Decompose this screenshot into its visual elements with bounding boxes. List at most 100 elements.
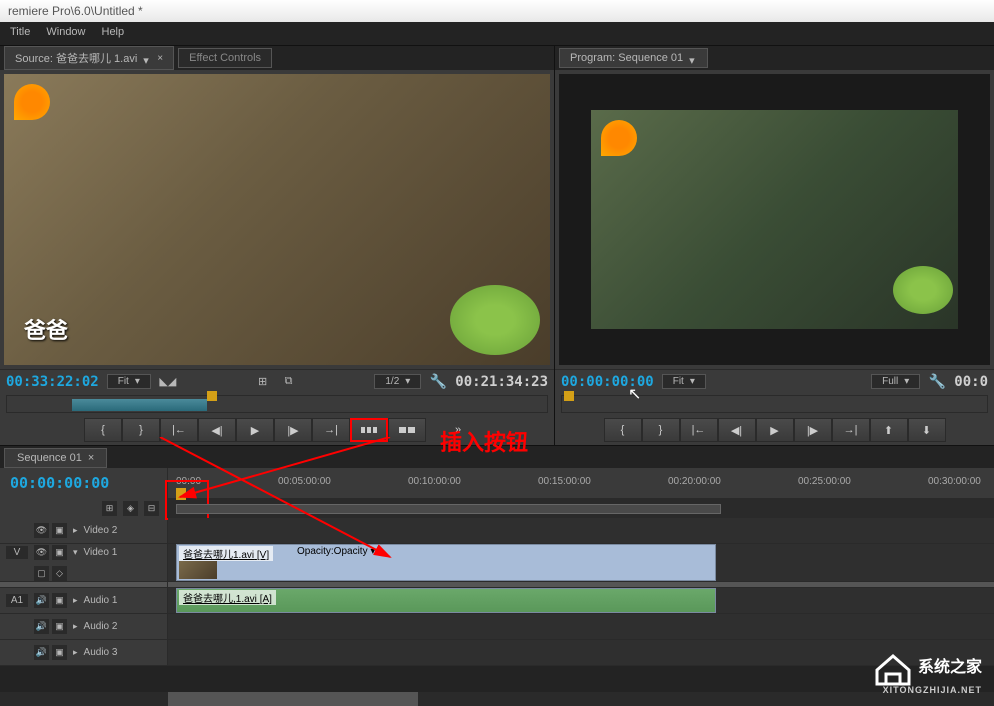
eye-icon[interactable]: 👁 [34, 545, 49, 560]
mark-icon[interactable]: ◣◢ [159, 374, 177, 390]
timeline-range-area[interactable] [168, 498, 994, 518]
dropdown-arrow-icon[interactable]: ▾ [689, 54, 697, 62]
track-header[interactable]: 👁 ▣ ▸ Video 2 [0, 518, 168, 543]
track-target-icon[interactable]: ▣ [52, 645, 67, 660]
expand-arrow-icon[interactable]: ▸ [73, 525, 78, 536]
track-target-a1[interactable]: A1 [6, 594, 28, 607]
speaker-icon[interactable]: 🔊 [34, 619, 49, 634]
time-ruler[interactable]: 00:00 00:05:00:00 00:10:00:00 00:15:00:0… [168, 468, 994, 498]
track-body[interactable] [168, 640, 994, 665]
clip-label: 爸爸去哪儿1.avi [V] [179, 546, 273, 561]
menu-title[interactable]: Title [10, 26, 30, 41]
overwrite-button[interactable] [388, 418, 426, 442]
settings-wrench-icon[interactable]: 🔧 [928, 374, 946, 390]
track-header[interactable]: 🔊 ▣ ▸ Audio 3 [0, 640, 168, 665]
dropdown-arrow-icon[interactable]: ▾ [143, 54, 151, 62]
settings-wrench-icon[interactable]: 🔧 [429, 374, 447, 390]
ruler-mark: 00:05:00:00 [278, 476, 331, 487]
program-timecode-out[interactable]: 00:0 [954, 374, 988, 390]
go-to-in-button[interactable]: |← [160, 418, 198, 442]
track-body[interactable] [168, 614, 994, 639]
scrollbar-thumb[interactable] [168, 692, 418, 706]
go-to-in-button[interactable]: |← [680, 418, 718, 442]
source-tab[interactable]: Source: 爸爸去哪儿 1.avi ▾ × [4, 46, 174, 70]
track-target-icon[interactable]: ▣ [52, 523, 67, 538]
close-icon[interactable]: × [88, 452, 94, 464]
mark-out-button[interactable]: } [122, 418, 160, 442]
lift-button[interactable]: ⬆ [870, 418, 908, 442]
clip-effect-label[interactable]: Opacity:Opacity ▾ [297, 546, 375, 557]
keyframe-icon[interactable]: ◇ [52, 566, 67, 581]
eye-icon[interactable]: 👁 [34, 523, 49, 538]
speaker-icon[interactable]: 🔊 [34, 593, 49, 608]
menu-window[interactable]: Window [46, 26, 85, 41]
track-header[interactable]: 🔊 ▣ ▸ Audio 2 [0, 614, 168, 639]
sync-lock-icon[interactable]: ⊟ [144, 501, 159, 516]
audio-clip[interactable]: 爸爸去哪儿,1.avi [A] [176, 588, 716, 613]
track-target-v[interactable]: V [6, 546, 28, 559]
effect-controls-tab[interactable]: Effect Controls [178, 48, 272, 68]
expand-arrow-icon[interactable]: ▸ [73, 621, 78, 632]
program-tab[interactable]: Program: Sequence 01 ▾ [559, 48, 708, 68]
track-label: Audio 2 [84, 621, 118, 632]
program-monitor[interactable] [559, 74, 990, 365]
step-forward-button[interactable]: |▶ [274, 418, 312, 442]
source-timecode-in[interactable]: 00:33:22:02 [6, 374, 99, 390]
track-target-icon[interactable]: ▣ [52, 545, 67, 560]
marker-icon[interactable]: ◈ [123, 501, 138, 516]
program-mini-timeline[interactable] [561, 395, 988, 413]
source-zoom-select[interactable]: Fit▾ [107, 374, 151, 389]
source-monitor[interactable]: 爸爸 [4, 74, 550, 365]
safe-margins-icon[interactable]: ⧉ [280, 374, 298, 390]
snap-icon[interactable]: ⊞ [102, 501, 117, 516]
work-area-bar[interactable] [176, 504, 721, 514]
collapse-arrow-icon[interactable]: ▾ [73, 547, 78, 558]
playback-resolution-select[interactable]: 1/2▾ [374, 374, 421, 389]
video-clip[interactable]: 爸爸去哪儿1.avi [V] Opacity:Opacity ▾ [176, 544, 716, 581]
mini-playhead-icon[interactable] [564, 391, 574, 401]
source-mini-timeline[interactable] [6, 395, 548, 413]
close-icon[interactable]: × [157, 53, 163, 64]
step-back-button[interactable]: ◀| [718, 418, 756, 442]
play-button[interactable]: ▶ [236, 418, 274, 442]
more-transport-icon[interactable]: » [446, 418, 470, 442]
step-back-button[interactable]: ◀| [198, 418, 236, 442]
play-button[interactable]: ▶ [756, 418, 794, 442]
go-to-out-button[interactable]: →| [312, 418, 350, 442]
track-body[interactable]: 爸爸去哪儿,1.avi [A] [168, 588, 994, 613]
frame-hold-icon[interactable]: ⊞ [254, 374, 272, 390]
source-timecode-out[interactable]: 00:21:34:23 [455, 374, 548, 390]
source-video-frame: 爸爸 [4, 74, 550, 365]
ruler-mark: 00:25:00:00 [798, 476, 851, 487]
mark-in-button[interactable]: { [604, 418, 642, 442]
timeline-controls-row: ⊞ ◈ ⊟ [0, 498, 994, 518]
timeline-timecode[interactable]: 00:00:00:00 [10, 474, 109, 492]
timeline-scrollbar[interactable] [0, 692, 994, 706]
step-forward-button[interactable]: |▶ [794, 418, 832, 442]
mark-out-button[interactable]: } [642, 418, 680, 442]
watermark-main: 系统之家 [918, 659, 982, 676]
expand-arrow-icon[interactable]: ▸ [73, 595, 78, 606]
lock-icon[interactable]: ▢ [34, 566, 49, 581]
program-zoom-select[interactable]: Fit▾ [662, 374, 706, 389]
track-body[interactable]: 爸爸去哪儿1.avi [V] Opacity:Opacity ▾ [168, 544, 994, 581]
mini-playhead-icon[interactable] [207, 391, 217, 401]
track-body[interactable] [168, 518, 994, 543]
extract-button[interactable]: ⬇ [908, 418, 946, 442]
mark-in-button[interactable]: { [84, 418, 122, 442]
program-resolution-select[interactable]: Full▾ [871, 374, 920, 389]
expand-arrow-icon[interactable]: ▸ [73, 647, 78, 658]
audio-track-3: 🔊 ▣ ▸ Audio 3 [0, 640, 994, 666]
subtitle-text: 爸爸 [24, 313, 68, 345]
track-target-icon[interactable]: ▣ [52, 593, 67, 608]
track-header[interactable]: V 👁 ▣ ▾ Video 1 ▢ ◇ [0, 544, 168, 581]
menu-help[interactable]: Help [102, 26, 125, 41]
insert-button[interactable] [350, 418, 388, 442]
track-target-icon[interactable]: ▣ [52, 619, 67, 634]
sequence-tab[interactable]: Sequence 01 × [4, 448, 107, 468]
track-header[interactable]: A1 🔊 ▣ ▸ Audio 1 [0, 588, 168, 613]
playhead-icon[interactable] [176, 488, 186, 500]
in-out-range-bar[interactable] [72, 399, 207, 411]
go-to-out-button[interactable]: →| [832, 418, 870, 442]
speaker-icon[interactable]: 🔊 [34, 645, 49, 660]
